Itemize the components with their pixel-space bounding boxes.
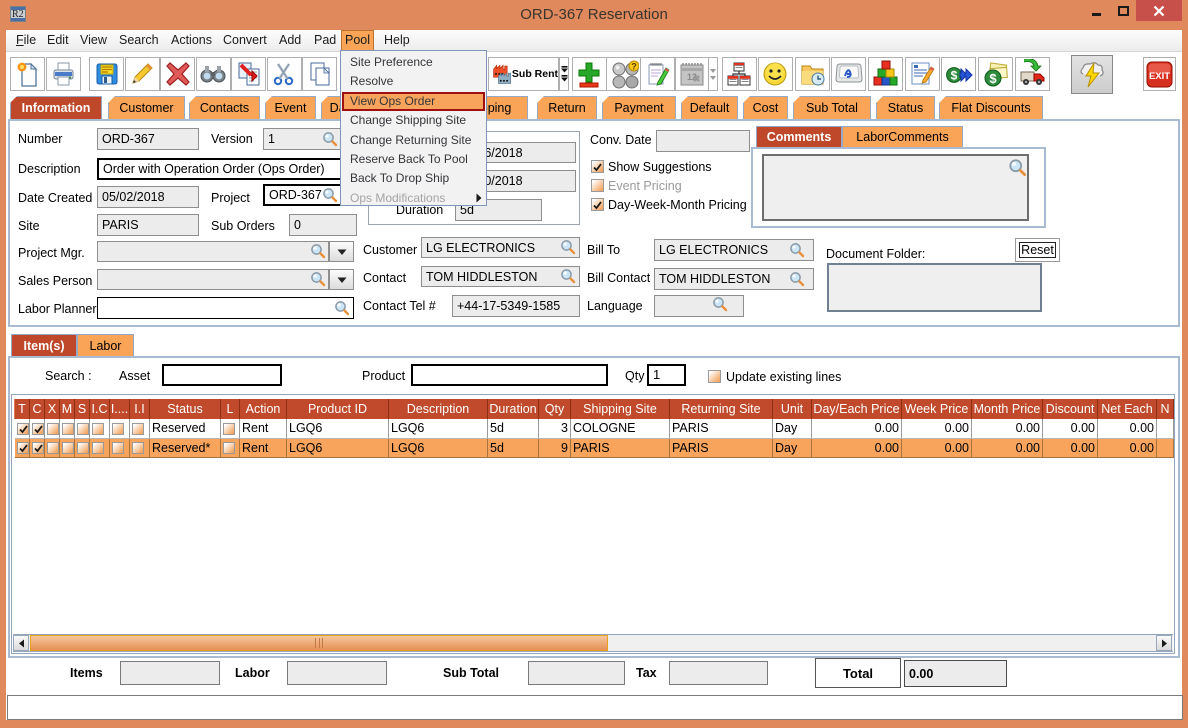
svg-text:$: $ xyxy=(989,71,997,86)
svg-text:EXIT: EXIT xyxy=(1149,71,1170,82)
svg-text:?: ? xyxy=(631,62,637,72)
svg-text:$: $ xyxy=(951,69,958,83)
